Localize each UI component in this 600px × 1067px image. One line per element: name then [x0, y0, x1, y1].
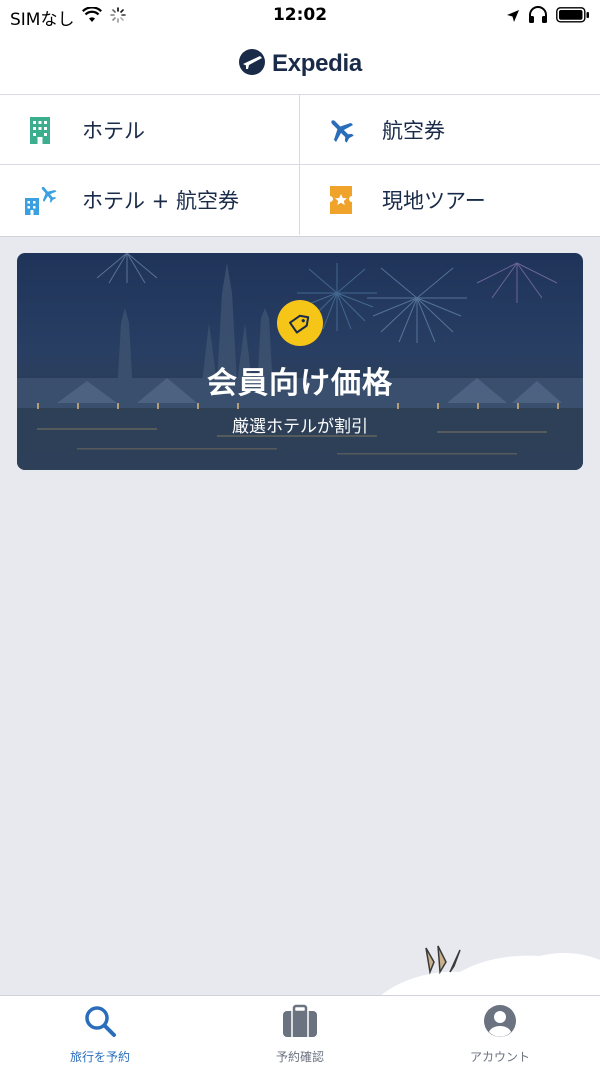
category-menu: ホテル 航空券 ホテル + 航空券 現地ツアー: [0, 95, 600, 237]
headphones-icon: [528, 6, 548, 29]
menu-item-hotel-flight[interactable]: ホテル + 航空券: [0, 165, 300, 235]
menu-item-label: ホテル + 航空券: [82, 189, 239, 213]
brand-logo: Expedia: [238, 48, 362, 80]
bottom-tab-bar: 旅行を予約 予約確認 アカウント: [0, 995, 600, 1067]
battery-icon: [556, 7, 590, 28]
tab-book-trip[interactable]: 旅行を予約: [0, 996, 200, 1067]
hotel-plus-flight-icon: [24, 183, 58, 217]
search-icon: [83, 1004, 117, 1042]
menu-item-label: 現地ツアー: [382, 189, 486, 213]
cloud-illustration: [380, 945, 600, 996]
menu-item-hotel[interactable]: ホテル: [0, 95, 300, 165]
menu-item-flight[interactable]: 航空券: [300, 95, 600, 165]
tab-label: アカウント: [469, 1050, 530, 1064]
promo-title: 会員向け価格: [207, 366, 393, 401]
status-bar: SIMなし 12:02: [0, 0, 600, 34]
app-header: Expedia: [0, 34, 600, 95]
status-right: [506, 6, 590, 29]
account-icon: [483, 1004, 517, 1042]
menu-item-tours[interactable]: 現地ツアー: [300, 165, 600, 235]
menu-item-label: 航空券: [382, 118, 445, 143]
suitcase-icon: [281, 1004, 319, 1042]
hotel-building-icon: [24, 113, 58, 147]
tab-my-trips[interactable]: 予約確認: [200, 996, 400, 1067]
menu-item-label: ホテル: [82, 118, 145, 143]
price-tag-icon: [277, 300, 323, 346]
tab-account[interactable]: アカウント: [400, 996, 600, 1067]
location-arrow-icon: [506, 8, 520, 28]
brand-name: Expedia: [272, 50, 362, 77]
tab-label: 旅行を予約: [69, 1050, 130, 1064]
ticket-star-icon: [324, 183, 358, 217]
promo-subtitle: 厳選ホテルが割引: [232, 417, 368, 437]
tab-label: 予約確認: [275, 1050, 324, 1064]
globe-plane-icon: [238, 48, 266, 80]
airplane-icon: [324, 113, 358, 147]
